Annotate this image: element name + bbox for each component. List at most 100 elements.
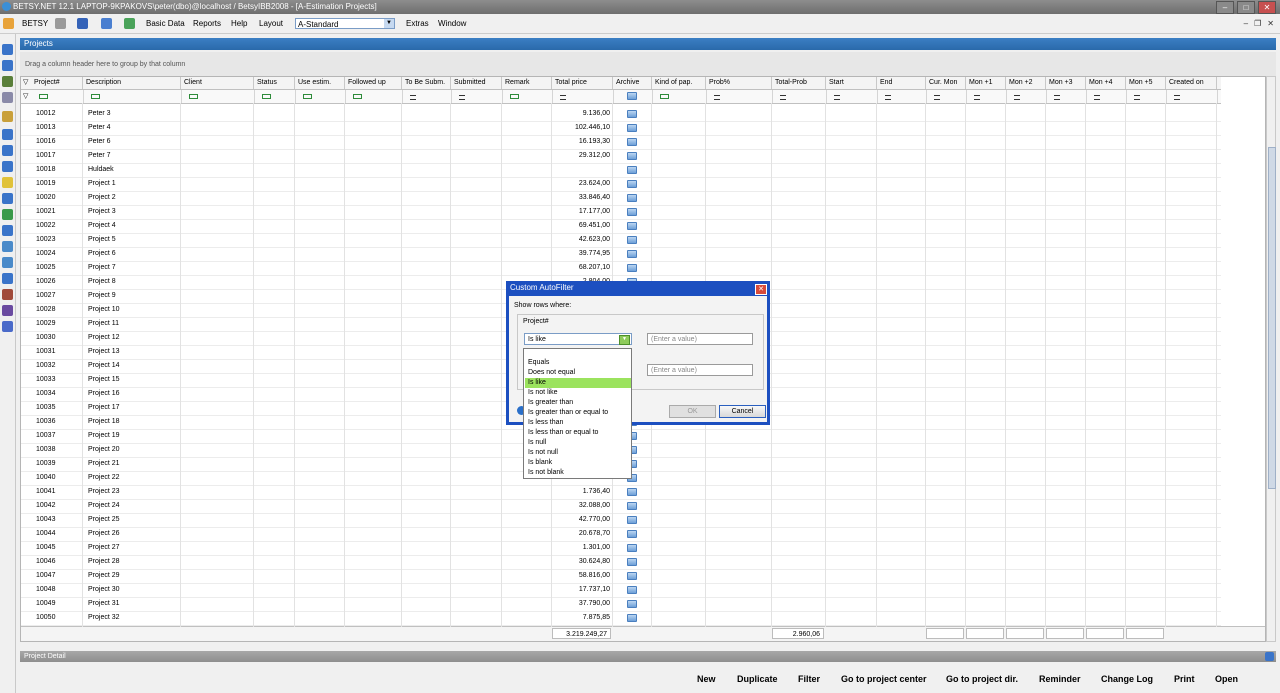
calendar-icon[interactable] bbox=[2, 111, 13, 122]
menu-help[interactable]: Help bbox=[231, 19, 247, 28]
filter-cell[interactable] bbox=[1086, 90, 1127, 103]
filter-cell[interactable] bbox=[1046, 90, 1087, 103]
filter-cell[interactable] bbox=[772, 90, 827, 103]
detail-button-change-log[interactable]: Change Log bbox=[1101, 674, 1153, 684]
operator-option[interactable]: Is null bbox=[525, 438, 631, 448]
table-row[interactable]: 10050 Project 32 7.875,85 bbox=[21, 611, 1221, 626]
column-header[interactable]: Total price bbox=[552, 77, 613, 89]
filter-cell[interactable] bbox=[1166, 90, 1218, 103]
group-by-area[interactable]: Drag a column header here to group by th… bbox=[20, 52, 1276, 76]
column-header[interactable]: Status bbox=[254, 77, 295, 89]
scrollbar-thumb[interactable] bbox=[1268, 147, 1276, 489]
column-chooser-icon[interactable]: ▽ bbox=[23, 78, 28, 86]
menu-betsy[interactable]: BETSY bbox=[22, 19, 48, 28]
archive-icon[interactable] bbox=[627, 516, 637, 524]
refresh-icon[interactable] bbox=[77, 18, 88, 29]
edit-icon[interactable] bbox=[2, 305, 13, 316]
table-row[interactable]: 10020 Project 2 33.846,40 bbox=[21, 191, 1221, 206]
column-header[interactable]: Remark bbox=[502, 77, 552, 89]
column-header[interactable]: To Be Subm. bbox=[402, 77, 451, 89]
equals-icon[interactable] bbox=[459, 95, 465, 100]
equals-icon[interactable] bbox=[974, 95, 980, 100]
filter-operator-icon[interactable] bbox=[262, 94, 271, 99]
operator-option[interactable]: Is like bbox=[525, 378, 631, 388]
table-row[interactable]: 10019 Project 1 23.624,00 bbox=[21, 177, 1221, 192]
archive-icon[interactable] bbox=[627, 600, 637, 608]
table-row[interactable]: 10049 Project 31 37.790,00 bbox=[21, 597, 1221, 612]
column-header[interactable]: Followed up bbox=[345, 77, 402, 89]
filter-operator-icon[interactable] bbox=[189, 94, 198, 99]
detail-button-open[interactable]: Open bbox=[1215, 674, 1238, 684]
column-header[interactable]: Start bbox=[826, 77, 877, 89]
filter-cell[interactable] bbox=[552, 90, 614, 103]
archive-icon[interactable] bbox=[627, 544, 637, 552]
filter-cell[interactable] bbox=[706, 90, 773, 103]
ok-button[interactable]: OK bbox=[669, 405, 716, 418]
filter-cell[interactable] bbox=[652, 90, 707, 103]
detail-button-new[interactable]: New bbox=[697, 674, 716, 684]
table-row[interactable]: 10043 Project 25 42.770,00 bbox=[21, 513, 1221, 528]
dialog-close-button[interactable]: ✕ bbox=[755, 284, 767, 295]
menu-window[interactable]: Window bbox=[438, 19, 466, 28]
operator-option[interactable]: Is greater than or equal to bbox=[525, 408, 631, 418]
chevron-down-icon[interactable]: ▼ bbox=[619, 335, 630, 345]
filter-cell[interactable] bbox=[31, 90, 84, 103]
equals-icon[interactable] bbox=[1054, 95, 1060, 100]
mdi-minimize-button[interactable]: – bbox=[1244, 19, 1248, 28]
archive-icon[interactable] bbox=[627, 222, 637, 230]
column-header[interactable]: Mon +4 bbox=[1086, 77, 1126, 89]
table-row[interactable]: 10013 Peter 4 102.446,10 bbox=[21, 121, 1221, 136]
home-icon[interactable] bbox=[2, 129, 13, 140]
menu-layout[interactable]: Layout bbox=[259, 19, 283, 28]
table-row[interactable]: 10025 Project 7 68.207,10 bbox=[21, 261, 1221, 276]
detail-button-go-to-project-center[interactable]: Go to project center bbox=[841, 674, 927, 684]
equals-icon[interactable] bbox=[1174, 95, 1180, 100]
save-icon[interactable] bbox=[55, 18, 66, 29]
database-icon[interactable] bbox=[2, 225, 13, 236]
filter-cell[interactable] bbox=[966, 90, 1007, 103]
filter-cell[interactable] bbox=[345, 90, 403, 103]
table-row[interactable]: 10048 Project 30 17.737,10 bbox=[21, 583, 1221, 598]
operator-option[interactable]: Is not null bbox=[525, 448, 631, 458]
filter-operator-icon[interactable] bbox=[353, 94, 362, 99]
equals-icon[interactable] bbox=[560, 95, 566, 100]
email-icon[interactable] bbox=[101, 18, 112, 29]
archive-icon[interactable] bbox=[627, 250, 637, 258]
operator-option[interactable]: Is less than or equal to bbox=[525, 428, 631, 438]
menu-reports[interactable]: Reports bbox=[193, 19, 221, 28]
table-row[interactable]: 10023 Project 5 42.623,00 bbox=[21, 233, 1221, 248]
filter-cell[interactable] bbox=[1006, 90, 1047, 103]
equals-icon[interactable] bbox=[1094, 95, 1100, 100]
operator-option[interactable]: Is greater than bbox=[525, 398, 631, 408]
filter-cell[interactable] bbox=[451, 90, 503, 103]
operator-option[interactable]: Equals bbox=[525, 358, 631, 368]
filter-operator-icon[interactable] bbox=[303, 94, 312, 99]
tools-icon[interactable] bbox=[2, 289, 13, 300]
equals-icon[interactable] bbox=[1014, 95, 1020, 100]
detail-button-duplicate[interactable]: Duplicate bbox=[737, 674, 778, 684]
operator-combo[interactable]: Is like ▼ bbox=[524, 333, 632, 345]
table-row[interactable]: 10022 Project 4 69.451,00 bbox=[21, 219, 1221, 234]
archive-filter-icon[interactable] bbox=[627, 92, 637, 100]
archive-icon[interactable] bbox=[627, 110, 637, 118]
detail-button-filter[interactable]: Filter bbox=[798, 674, 820, 684]
mdi-restore-button[interactable]: ❐ bbox=[1254, 19, 1261, 28]
table-row[interactable]: 10041 Project 23 1.736,40 bbox=[21, 485, 1221, 500]
archive-icon[interactable] bbox=[627, 614, 637, 622]
detail-button-go-to-project-dir[interactable]: Go to project dir. bbox=[946, 674, 1018, 684]
table-row[interactable]: 10046 Project 28 30.624,80 bbox=[21, 555, 1221, 570]
maximize-button[interactable]: □ bbox=[1237, 1, 1255, 14]
operator-option[interactable]: Is blank bbox=[525, 458, 631, 468]
column-header[interactable]: Cur. Mon bbox=[926, 77, 966, 89]
column-header[interactable]: Use estim. bbox=[295, 77, 345, 89]
table-row[interactable]: 10044 Project 26 20.678,70 bbox=[21, 527, 1221, 542]
filter-cell[interactable] bbox=[295, 90, 346, 103]
filter-cell[interactable] bbox=[826, 90, 878, 103]
tasks-icon[interactable] bbox=[2, 321, 13, 332]
equals-icon[interactable] bbox=[834, 95, 840, 100]
filter-cell[interactable] bbox=[254, 90, 296, 103]
table-row[interactable]: 10042 Project 24 32.088,00 bbox=[21, 499, 1221, 514]
column-header[interactable]: Prob% bbox=[706, 77, 772, 89]
equals-icon[interactable] bbox=[410, 95, 416, 100]
column-header[interactable]: End bbox=[877, 77, 926, 89]
